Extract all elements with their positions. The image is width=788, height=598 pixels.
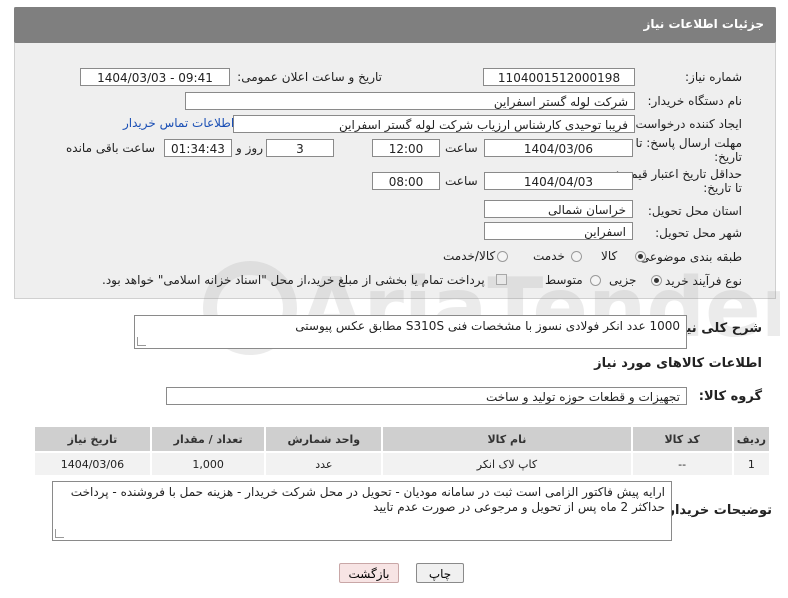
description-text: 1000 عدد انکر فولادی نسوز با مشخصات فنی … bbox=[295, 319, 680, 333]
cell-row: 1 bbox=[731, 451, 772, 477]
time-remaining-label: ساعت باقی مانده bbox=[66, 141, 156, 155]
category-radio-goods[interactable] bbox=[635, 251, 646, 262]
panel-titlebar: جزئیات اطلاعات نیاز bbox=[14, 7, 776, 43]
days-remaining-field: 3 bbox=[266, 139, 334, 157]
validity-date-field: 1404/04/03 bbox=[484, 172, 633, 190]
buyer-notes-label: توضیحات خریدار: bbox=[662, 503, 772, 518]
goods-group-label: گروه کالا: bbox=[698, 389, 762, 404]
panel-title: جزئیات اطلاعات نیاز bbox=[643, 17, 764, 31]
cell-date: 1404/03/06 bbox=[33, 451, 152, 477]
buyer-notes-line-2: حداکثر 2 ماه پس از تحویل و مرجوعی در صور… bbox=[373, 500, 665, 514]
creator-label: ایجاد کننده درخواست: bbox=[631, 117, 742, 131]
category-radio-service[interactable] bbox=[571, 251, 582, 262]
print-button[interactable]: چاپ bbox=[416, 563, 464, 583]
time-remaining-field: 01:34:43 bbox=[164, 139, 232, 157]
treasury-payment-checkbox[interactable] bbox=[496, 274, 507, 285]
resize-grip-icon[interactable] bbox=[137, 337, 146, 346]
category-label: طبقه بندی موضوعی: bbox=[635, 250, 742, 264]
table-header-row: ردیف کد کالا نام کالا واحد شمارش تعداد /… bbox=[33, 425, 772, 453]
deadline-time-field: 12:00 bbox=[372, 139, 440, 157]
need-number-field: 1104001512000198 bbox=[483, 68, 635, 86]
city-field: اسفراین bbox=[484, 222, 633, 240]
goods-table: ردیف کد کالا نام کالا واحد شمارش تعداد /… bbox=[33, 425, 772, 477]
deadline-time-label: ساعت bbox=[445, 141, 478, 155]
process-radio-medium[interactable] bbox=[590, 275, 601, 286]
validity-label: حداقل تاریخ اعتبار قیمت: bbox=[615, 167, 742, 181]
description-textarea[interactable]: 1000 عدد انکر فولادی نسوز با مشخصات فنی … bbox=[134, 315, 687, 349]
deadline-label-date: تاریخ: bbox=[714, 150, 742, 164]
back-button[interactable]: بازگشت bbox=[339, 563, 399, 583]
process-option-minor: جزیی bbox=[609, 273, 637, 287]
province-field: خراسان شمالی bbox=[484, 200, 633, 218]
goods-section-title: اطلاعات کالاهای مورد نیاز bbox=[594, 356, 762, 371]
creator-field: فریبا توحیدی کارشناس ارزیاب شرکت لوله گس… bbox=[233, 115, 635, 133]
col-row: ردیف bbox=[731, 425, 772, 453]
validity-time-field: 08:00 bbox=[372, 172, 440, 190]
process-label: نوع فرآیند خرید : bbox=[657, 274, 742, 288]
city-label: شهر محل تحویل: bbox=[655, 226, 742, 240]
buyer-notes-textarea[interactable]: ارایه پیش فاکتور الزامی است ثبت در سامان… bbox=[52, 481, 672, 541]
col-code: کد کالا bbox=[630, 425, 734, 453]
announce-label: تاریخ و ساعت اعلان عمومی: bbox=[237, 70, 382, 84]
category-radio-both[interactable] bbox=[497, 251, 508, 262]
goods-group-field: تجهیزات و قطعات حوزه تولید و ساخت bbox=[166, 387, 687, 405]
category-option-service: خدمت bbox=[533, 249, 565, 263]
cell-name: کاپ لاک انکر bbox=[381, 451, 633, 477]
category-option-both: کالا/خدمت bbox=[443, 249, 496, 263]
validity-time-label: ساعت bbox=[445, 174, 478, 188]
col-name: نام کالا bbox=[381, 425, 633, 453]
announce-datetime-field: 1404/03/03 - 09:41 bbox=[80, 68, 230, 86]
province-label: استان محل تحویل: bbox=[647, 204, 742, 218]
cell-code: -- bbox=[630, 451, 734, 477]
resize-grip-icon[interactable] bbox=[55, 529, 64, 538]
col-date: تاریخ نیاز bbox=[33, 425, 152, 453]
buyer-org-label: نام دستگاه خریدار: bbox=[647, 94, 743, 108]
buyer-contact-link[interactable]: اطلاعات تماس خریدار bbox=[123, 116, 234, 130]
category-option-goods: کالا bbox=[601, 249, 618, 263]
table-row[interactable]: 1 -- کاپ لاک انکر عدد 1,000 1404/03/06 bbox=[33, 451, 772, 477]
treasury-payment-note: پرداخت تمام یا بخشی از مبلغ خرید،از محل … bbox=[102, 273, 485, 287]
buyer-org-field: شرکت لوله گستر اسفراین bbox=[185, 92, 635, 110]
days-word: روز و bbox=[236, 141, 263, 155]
col-qty: تعداد / مقدار bbox=[149, 425, 267, 453]
deadline-date-field: 1404/03/06 bbox=[484, 139, 633, 157]
buyer-notes-line-1: ارایه پیش فاکتور الزامی است ثبت در سامان… bbox=[70, 485, 665, 499]
cell-unit: عدد bbox=[264, 451, 384, 477]
process-radio-minor[interactable] bbox=[651, 275, 662, 286]
deadline-label: مهلت ارسال پاسخ: تا bbox=[635, 136, 742, 150]
need-number-label: شماره نیاز: bbox=[685, 70, 742, 84]
validity-label-date: تا تاریخ: bbox=[703, 181, 742, 195]
cell-qty: 1,000 bbox=[149, 451, 267, 477]
process-option-medium: متوسط bbox=[545, 273, 583, 287]
col-unit: واحد شمارش bbox=[264, 425, 384, 453]
